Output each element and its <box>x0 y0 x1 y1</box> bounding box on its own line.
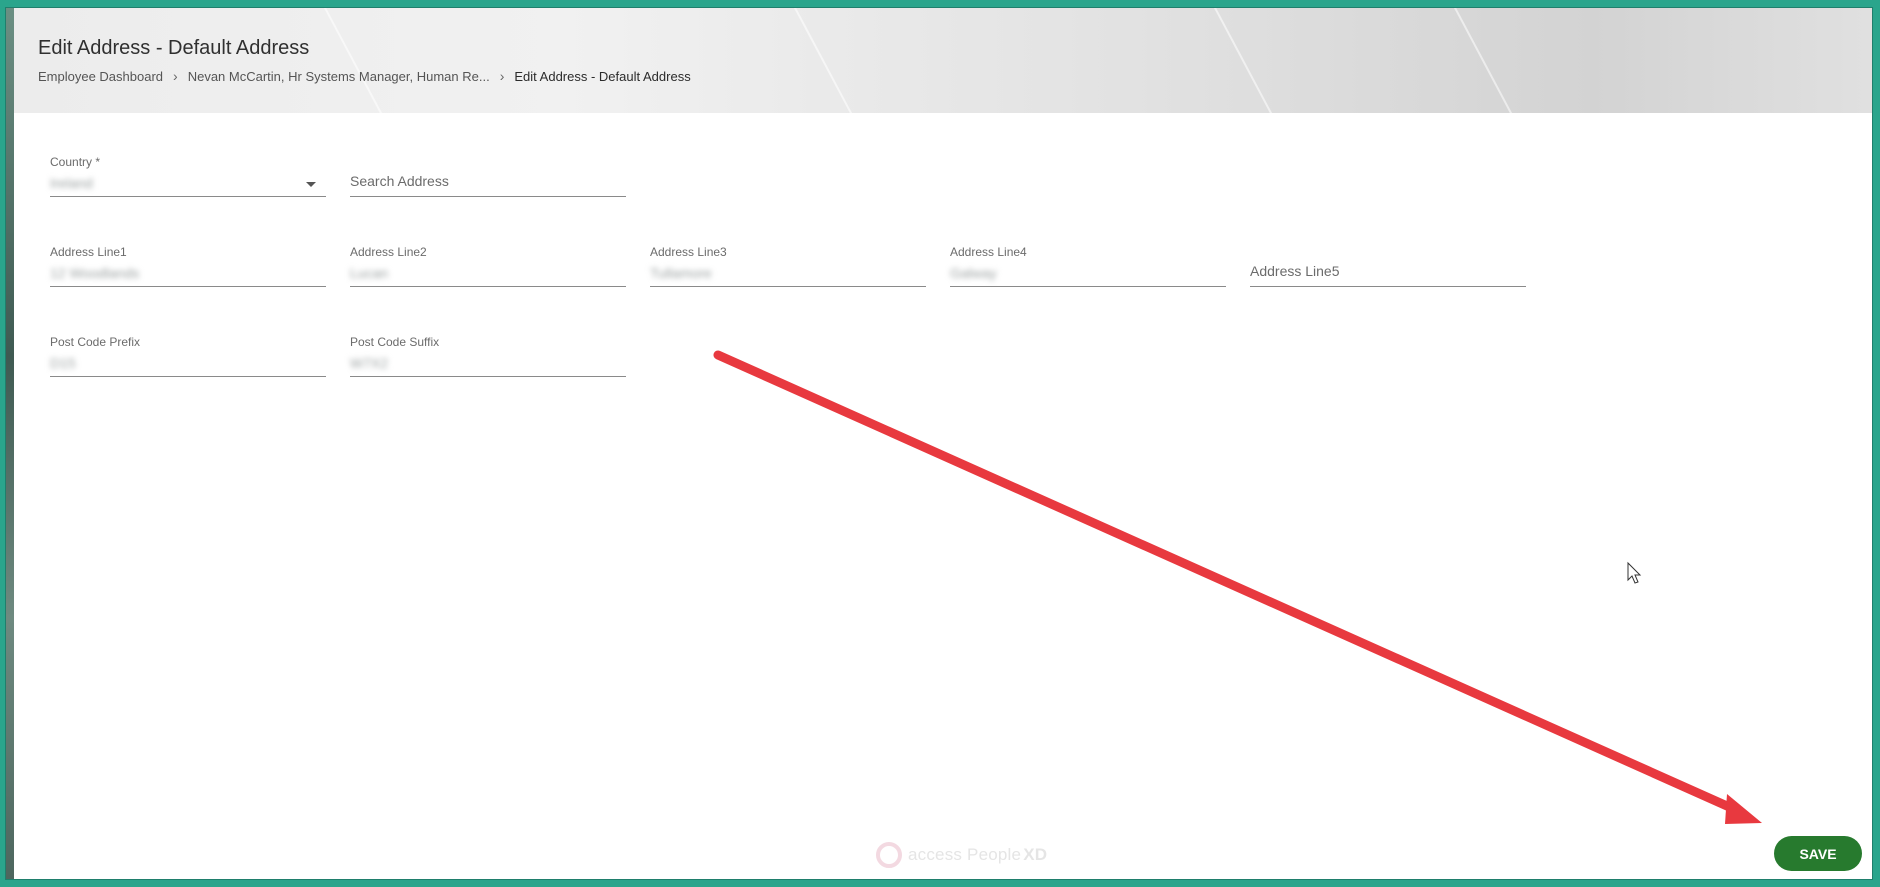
annotation-overlay <box>713 350 1762 824</box>
mouse-cursor-icon <box>1627 561 1642 584</box>
annotation-arrow-head <box>1725 794 1762 824</box>
annotation-arrow <box>713 350 1741 815</box>
